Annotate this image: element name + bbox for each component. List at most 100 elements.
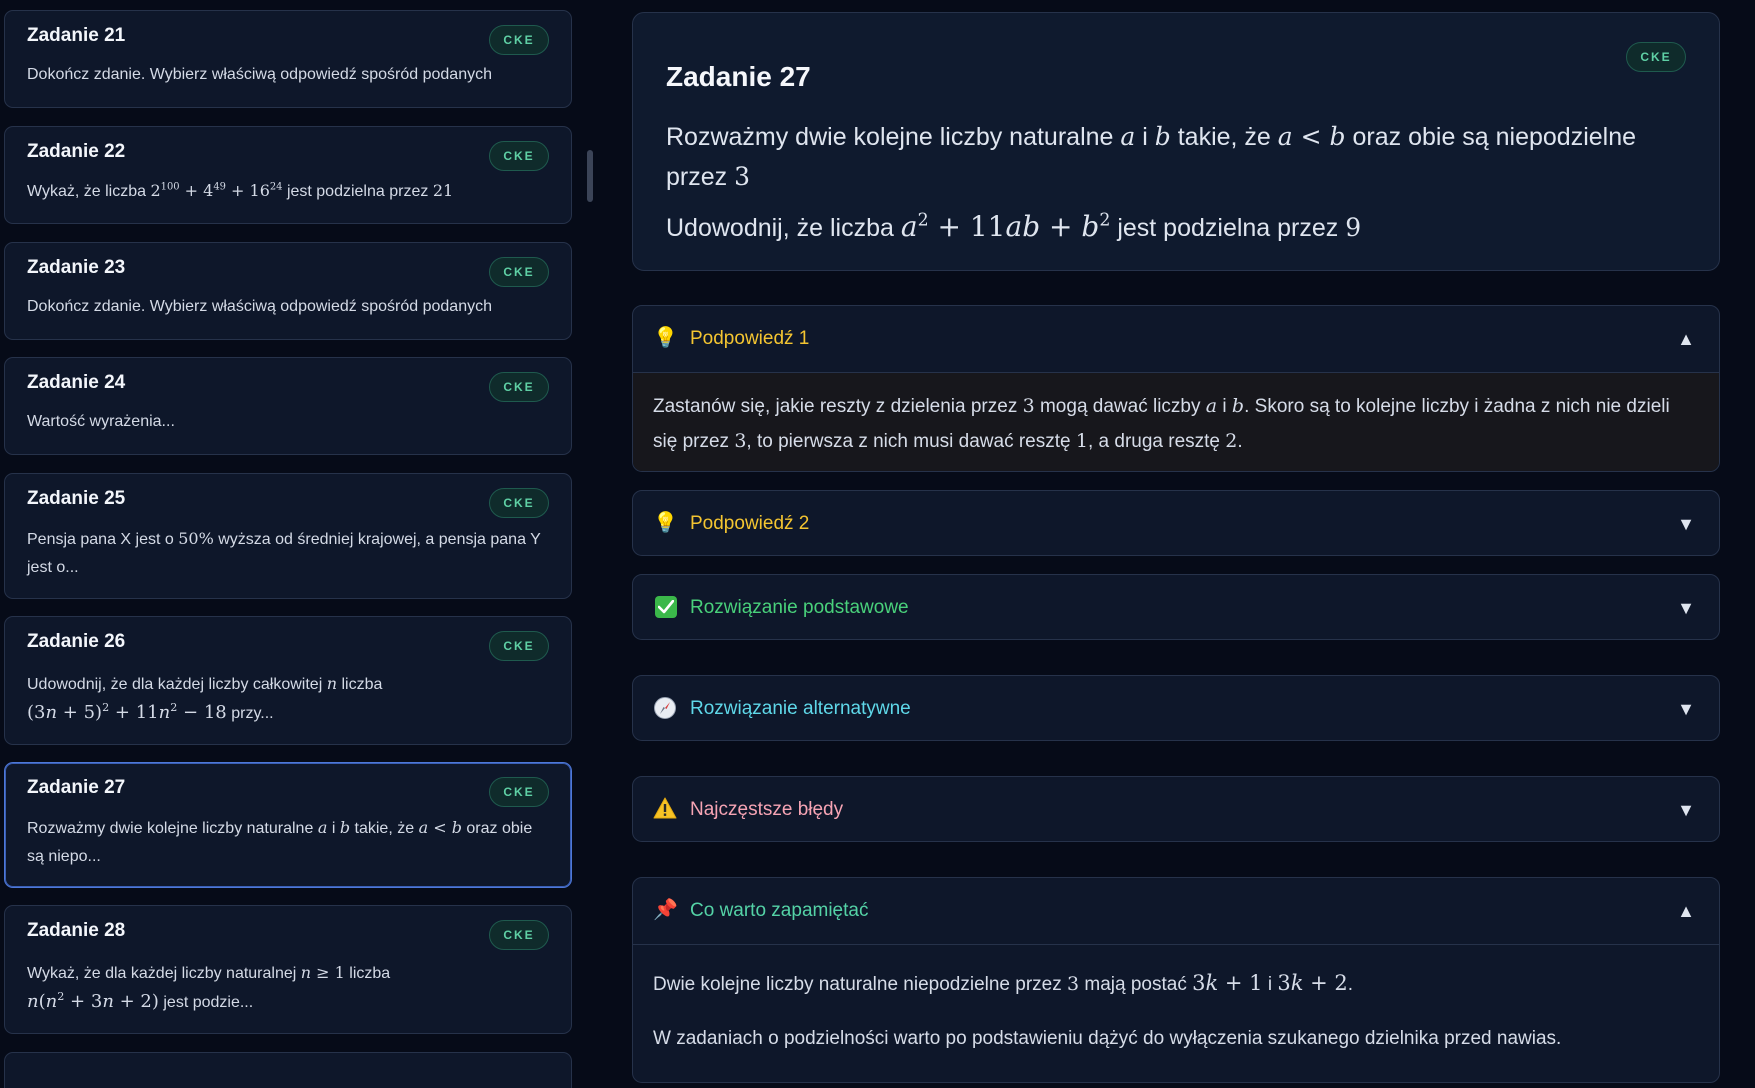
math-expression: (3n + 5)2 + 11n2 − 18 [27,701,227,723]
desc-text: Wykaż, że liczba [27,183,146,200]
task-title: Zadanie 21 [27,25,126,46]
desc-text: Rozważmy dwie kolejne liczby naturalne [27,820,314,837]
compass-icon [653,696,677,720]
math-variable: a [317,818,328,837]
math-expression: n ≥ 1 [300,963,345,982]
task-description: Dokończ zdanie. Wybierz właściwą odpowie… [27,66,492,83]
remember-body: Dwie kolejne liczby naturalne niepodziel… [633,944,1719,1075]
math-variable: n [326,674,338,693]
cke-badge: CKE [489,920,549,950]
remember-text: i [1267,974,1273,995]
math-expression: a2 + 11ab + b2 [900,210,1111,243]
common-errors-header[interactable]: Najczęstsze błędy ▼ [633,777,1719,841]
cke-badge: CKE [489,372,549,402]
scrollbar-thumb[interactable] [587,150,593,202]
remember-header[interactable]: 📌 Co warto zapamiętać ▲ [633,878,1719,944]
hint-1-label: Podpowiedź 1 [690,328,810,349]
remember-point: W zadaniach o podzielności warto po pods… [653,1028,1562,1049]
hint-1-body: Zastanów się, jakie reszty z dzielenia p… [633,372,1719,471]
lightbulb-icon: 💡 [653,327,678,349]
remember-text: mają postać [1084,974,1187,995]
math-variable: b [1154,122,1171,151]
alternative-solution-label: Rozwiązanie alternatywne [690,698,911,719]
cke-badge: CKE [489,25,549,55]
task-card-23[interactable]: Zadanie 23 CKE Dokończ zdanie. Wybierz w… [4,242,572,340]
hint-1-header[interactable]: 💡 Podpowiedź 1 ▲ [633,306,1719,372]
task-card-27[interactable]: Zadanie 27 CKE Rozważmy dwie kolejne lic… [4,762,572,888]
task-description: Wartość wyrażenia... [27,413,175,430]
problem-card: Zadanie 27 CKE Rozważmy dwie kolejne lic… [632,12,1720,271]
basic-solution-accordion[interactable]: Rozwiązanie podstawowe ▼ [632,574,1720,640]
remember-text: Dwie kolejne liczby naturalne niepodziel… [653,974,1062,995]
desc-text: liczba [349,965,391,982]
remember-point: Dwie kolejne liczby naturalne niepodziel… [653,971,1354,995]
remember-accordion: 📌 Co warto zapamiętać ▲ Dwie kolejne lic… [632,877,1720,1083]
common-errors-accordion[interactable]: Najczęstsze błędy ▼ [632,776,1720,842]
task-card-26[interactable]: Zadanie 26 CKE Udowodnij, że dla każdej … [4,616,572,745]
problem-title: Zadanie 27 [666,61,811,92]
desc-text: takie, że [354,820,415,837]
task-title: Zadanie 28 [27,920,126,941]
basic-solution-header[interactable]: Rozwiązanie podstawowe ▼ [633,575,1719,639]
desc-text: i [331,820,336,837]
problem-statement: Rozważmy dwie kolejne liczby naturalne a… [666,117,1689,248]
task-description: Wykaż, że dla każdej liczby naturalnej n… [27,959,549,1017]
math-expression: 3 [1022,395,1035,417]
expand-arrow-icon: ▼ [1677,800,1695,820]
math-expression: a < b [1277,122,1346,151]
statement-text: jest podzielna przez [1117,214,1339,242]
math-variable: a [1205,395,1218,417]
expand-arrow-icon: ▼ [1677,598,1695,618]
task-card-21[interactable]: Zadanie 21 CKE Dokończ zdanie. Wybierz w… [4,10,572,108]
hint-1-accordion: 💡 Podpowiedź 1 ▲ Zastanów się, jakie res… [632,305,1720,472]
hint-2-header[interactable]: 💡 Podpowiedź 2 ▼ [633,491,1719,555]
math-expression: n(n2 + 3n + 2) [27,990,159,1012]
desc-text: Wykaż, że dla każdej liczby naturalnej [27,965,297,982]
cke-badge: CKE [489,257,549,287]
task-card-24[interactable]: Zadanie 24 CKE Wartość wyrażenia... [4,357,572,455]
hint-text: , a druga resztę [1087,431,1220,452]
statement-text: Udowodnij, że liczba [666,214,894,242]
task-title: Zadanie 26 [27,631,126,652]
task-card-28[interactable]: Zadanie 28 CKE Wykaż, że dla każdej licz… [4,905,572,1034]
alternative-solution-header[interactable]: Rozwiązanie alternatywne ▼ [633,676,1719,740]
warning-icon [653,797,677,821]
task-title: Zadanie 23 [27,257,126,278]
math-expression: 9 [1345,213,1362,242]
cke-badge: CKE [1626,42,1686,72]
hint-2-accordion[interactable]: 💡 Podpowiedź 2 ▼ [632,490,1720,556]
common-errors-label: Najczęstsze błędy [690,799,844,820]
expand-arrow-icon: ▼ [1677,699,1695,719]
task-description: Pensja pana X jest o 50% wyższa od średn… [27,525,549,582]
task-description: Wykaż, że liczba 2100 + 449 + 1624 jest … [27,177,549,206]
basic-solution-label: Rozwiązanie podstawowe [690,597,909,618]
task-description: Dokończ zdanie. Wybierz właściwą odpowie… [27,298,492,315]
desc-text: liczba [341,676,383,693]
hint-text: , to pierwsza z nich musi dawać resztę [746,431,1071,452]
math-variable: b [339,818,351,837]
expand-arrow-icon: ▼ [1677,514,1695,534]
desc-text: przy... [231,705,274,722]
hint-text: i [1222,396,1227,417]
task-title: Zadanie 25 [27,488,126,509]
collapse-arrow-icon: ▲ [1677,329,1695,349]
task-title: Zadanie 27 [27,777,126,798]
check-mark-icon [655,596,677,618]
task-card-partial[interactable] [4,1052,572,1088]
task-card-25[interactable]: Zadanie 25 CKE Pensja pana X jest o 50% … [4,473,572,599]
math-expression: 3 [1067,973,1080,995]
cke-badge: CKE [489,631,549,661]
task-card-22[interactable]: Zadanie 22 CKE Wykaż, że liczba 2100 + 4… [4,126,572,224]
desc-text: jest podzie... [163,994,254,1011]
statement-text: i [1142,123,1148,151]
pushpin-icon: 📌 [653,899,678,921]
alternative-solution-accordion[interactable]: Rozwiązanie alternatywne ▼ [632,675,1720,741]
math-expression: 2100 + 449 + 1624 [150,181,283,200]
hint-text: Zastanów się, jakie reszty z dzielenia p… [653,396,1018,417]
desc-text: Pensja pana X jest o [27,531,174,548]
task-description: Udowodnij, że dla każdej liczby całkowit… [27,670,549,728]
lightbulb-icon: 💡 [653,512,678,534]
math-expression: a < b [418,818,462,837]
cke-badge: CKE [489,141,549,171]
hint-text: mogą dawać liczby [1039,396,1201,417]
